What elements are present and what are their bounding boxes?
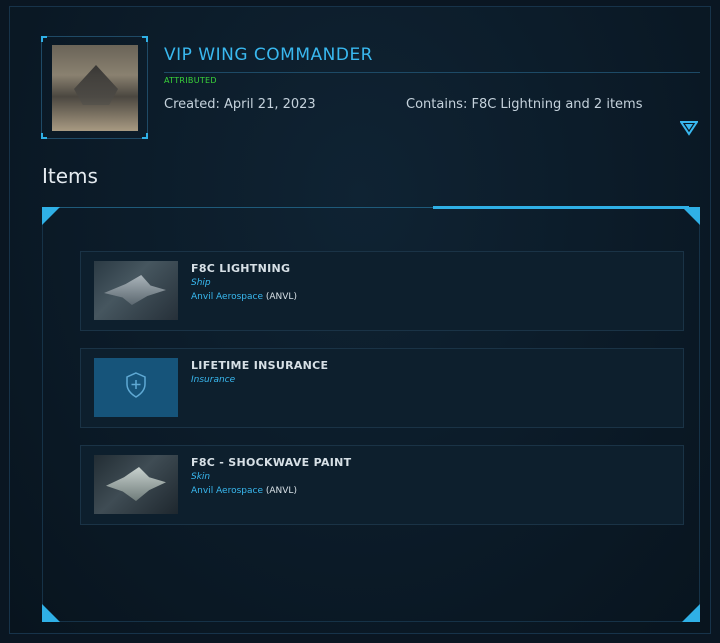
ship-silhouette <box>74 65 118 105</box>
item-name: F8C - SHOCKWAVE PAINT <box>191 456 352 469</box>
frame-accent-line <box>433 206 689 209</box>
frame-corner <box>41 36 47 42</box>
corner-triangle-icon <box>682 207 700 225</box>
item-name: F8C LIGHTNING <box>191 262 291 275</box>
pledge-thumbnail-frame <box>41 36 148 139</box>
pledge-thumbnail <box>52 45 138 131</box>
insurance-image <box>94 358 178 417</box>
item-card-lifetime-insurance[interactable]: LIFETIME INSURANCE Insurance <box>80 348 684 428</box>
pledge-title: VIP WING COMMANDER <box>164 45 373 65</box>
items-frame: F8C LIGHTNING Ship Anvil Aerospace (ANVL… <box>42 206 700 622</box>
item-type: Ship <box>191 278 211 288</box>
manufacturer-name: Anvil Aerospace <box>191 292 263 302</box>
manufacturer-code: (ANVL) <box>265 486 297 496</box>
title-divider <box>164 72 700 73</box>
ship-silhouette <box>104 275 166 305</box>
item-manufacturer: Anvil Aerospace (ANVL) <box>191 486 297 496</box>
item-manufacturer: Anvil Aerospace (ANVL) <box>191 292 297 302</box>
corner-triangle-icon <box>682 604 700 622</box>
ship-skin-image <box>94 455 178 514</box>
manufacturer-code: (ANVL) <box>265 292 297 302</box>
corner-triangle-icon <box>42 207 60 225</box>
manufacturer-name: Anvil Aerospace <box>191 486 263 496</box>
item-card-f8c-lightning[interactable]: F8C LIGHTNING Ship Anvil Aerospace (ANVL… <box>80 251 684 331</box>
shield-plus-icon <box>126 372 146 398</box>
pledge-panel: VIP WING COMMANDER ATTRIBUTED Created: A… <box>9 6 711 634</box>
created-date: Created: April 21, 2023 <box>164 97 316 112</box>
chevron-down-icon[interactable] <box>679 120 699 136</box>
frame-corner <box>142 36 148 42</box>
item-card-f8c-shockwave-paint[interactable]: F8C - SHOCKWAVE PAINT Skin Anvil Aerospa… <box>80 445 684 525</box>
item-name: LIFETIME INSURANCE <box>191 359 329 372</box>
ship-silhouette <box>106 467 166 501</box>
corner-triangle-icon <box>42 604 60 622</box>
frame-corner <box>41 133 47 139</box>
items-heading: Items <box>42 164 98 188</box>
item-type: Insurance <box>191 375 236 385</box>
contains-summary: Contains: F8C Lightning and 2 items <box>406 97 643 112</box>
status-badge: ATTRIBUTED <box>164 76 217 85</box>
ship-image <box>94 261 178 320</box>
frame-corner <box>142 133 148 139</box>
item-type: Skin <box>191 472 211 482</box>
